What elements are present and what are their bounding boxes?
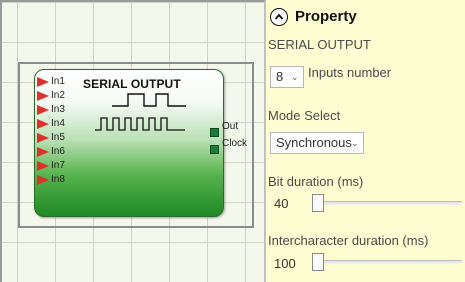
intercharacter-duration-slider-thumb[interactable] [312, 253, 324, 271]
intercharacter-duration-value: 100 [274, 256, 296, 271]
input-label: In7 [51, 160, 65, 171]
chevron-up-icon [274, 13, 284, 20]
collapse-button[interactable] [270, 8, 288, 26]
inputs-number-label: Inputs number [308, 65, 392, 80]
input-arrow-icon [37, 161, 49, 171]
component-name: SERIAL OUTPUT [268, 37, 371, 52]
intercharacter-duration-label: Intercharacter duration (ms) [268, 233, 429, 248]
input-label: In6 [51, 146, 65, 157]
input-label: In5 [51, 132, 65, 143]
mode-select-value: Synchronous [276, 135, 352, 150]
bit-duration-value: 40 [274, 196, 289, 211]
input-label: In4 [51, 118, 65, 129]
bit-duration-slider-thumb[interactable] [312, 194, 324, 212]
mode-select-dropdown[interactable]: Synchronous ⌄ [270, 132, 364, 154]
input-label: In3 [51, 104, 65, 115]
output-label-out: Out [222, 121, 239, 132]
chevron-down-icon: ⌄ [351, 138, 359, 148]
input-label: In2 [51, 90, 65, 101]
input-label: In8 [51, 174, 65, 185]
panel-title: Property [295, 8, 357, 25]
bit-duration-label: Bit duration (ms) [268, 174, 364, 189]
single-pulse-waveform-icon [112, 93, 186, 107]
inputs-number-select[interactable]: 8 ⌄ [270, 66, 304, 88]
block-title: SERIAL OUTPUT [83, 77, 181, 91]
input-label: In1 [51, 76, 65, 87]
pulse-train-waveform-icon [95, 117, 185, 131]
schematic-canvas[interactable]: SERIAL OUTPUT In1 In2 In3 In4 In5 In6 In… [0, 0, 265, 282]
mode-select-label: Mode Select [268, 108, 341, 123]
output-label-clock: Clock [222, 138, 248, 149]
output-pin-clock[interactable] [210, 145, 219, 154]
inputs-number-value: 8 [276, 69, 284, 84]
input-arrow-icon [37, 105, 49, 115]
input-arrow-icon [37, 91, 49, 101]
input-arrow-icon [37, 119, 49, 129]
input-arrow-icon [37, 147, 49, 157]
property-panel: Property SERIAL OUTPUT 8 ⌄ Inputs number… [265, 0, 465, 282]
input-arrow-icon [37, 133, 49, 143]
intercharacter-duration-slider-track[interactable] [312, 260, 462, 264]
bit-duration-slider-track[interactable] [312, 201, 462, 205]
input-arrow-icon [37, 77, 49, 87]
output-pin-out[interactable] [210, 128, 219, 137]
chevron-down-icon: ⌄ [291, 72, 299, 82]
input-arrow-icon [37, 175, 49, 185]
